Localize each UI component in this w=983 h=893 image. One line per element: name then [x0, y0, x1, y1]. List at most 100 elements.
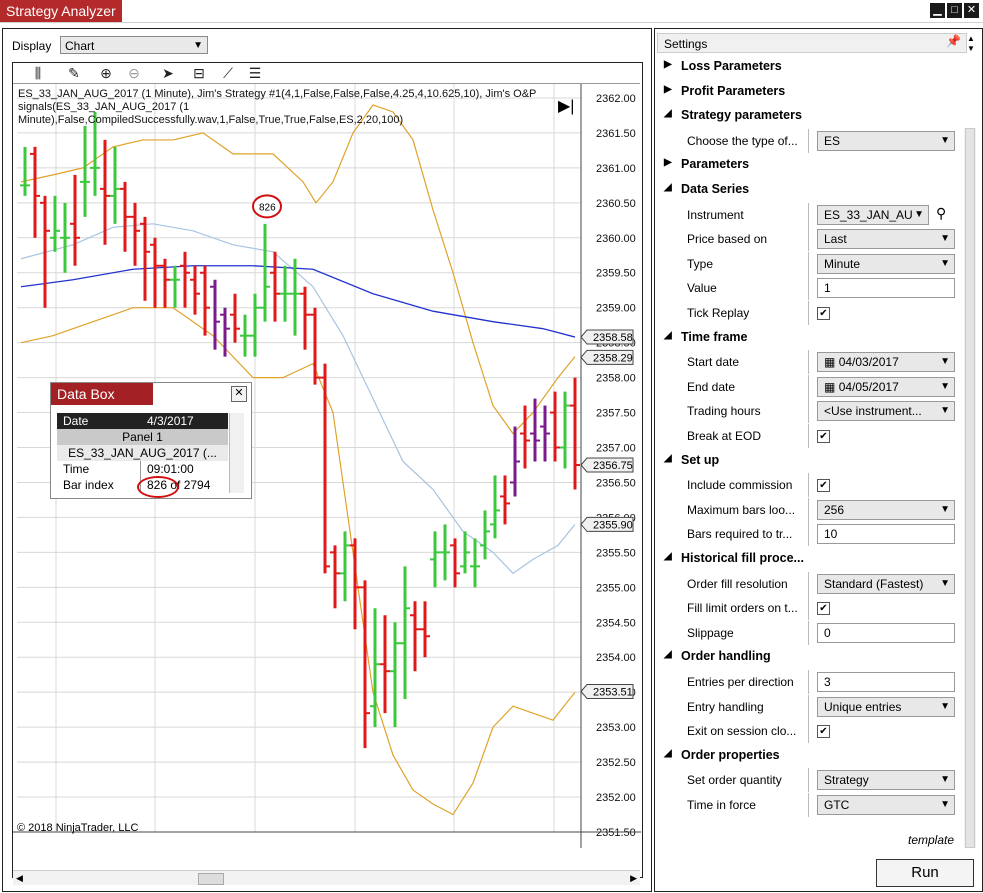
- property-input[interactable]: 1: [817, 278, 955, 299]
- y-tick-label: 2361.50: [596, 128, 636, 140]
- property-input[interactable]: 0: [817, 622, 955, 643]
- expand-down-icon[interactable]: ◢: [664, 108, 672, 119]
- run-button[interactable]: Run: [876, 859, 974, 887]
- expand-right-icon[interactable]: ▶: [664, 59, 672, 70]
- section-header[interactable]: ◢ Order properties: [660, 744, 960, 768]
- property-input[interactable]: 10: [817, 524, 955, 545]
- scroll-up-icon[interactable]: ▲: [967, 34, 975, 43]
- expand-right-icon[interactable]: ▶: [664, 84, 672, 95]
- section-header[interactable]: ◢ Data Series: [660, 178, 960, 202]
- property-dropdown[interactable]: ES ▼: [817, 130, 955, 151]
- y-tick-label: 2356.50: [596, 477, 636, 489]
- close-icon[interactable]: ✕: [964, 3, 979, 18]
- data-box-icon[interactable]: ⊟: [190, 64, 208, 82]
- property-checkbox[interactable]: ✔: [817, 430, 830, 443]
- expand-down-icon[interactable]: ◢: [664, 453, 672, 464]
- zoom-out-icon[interactable]: ⊖: [125, 64, 143, 82]
- property-row[interactable]: Maximum bars loo... 256 ▼: [660, 497, 960, 522]
- property-dropdown[interactable]: Strategy ▼: [817, 770, 955, 791]
- property-row[interactable]: Set order quantity Strategy ▼: [660, 768, 960, 793]
- display-label: Display: [12, 39, 52, 53]
- property-row[interactable]: Time in force GTC ▼: [660, 793, 960, 817]
- list-icon[interactable]: ☰: [246, 64, 264, 82]
- y-tick-label: 2354.00: [596, 652, 636, 664]
- property-row[interactable]: Order fill resolution Standard (Fastest) ▼: [660, 571, 960, 596]
- display-select[interactable]: Chart ▼: [60, 36, 208, 54]
- pencil-icon[interactable]: ✎: [65, 64, 83, 82]
- property-dropdown[interactable]: Unique entries ▼: [817, 696, 955, 717]
- pointer-icon[interactable]: ➤: [159, 64, 177, 82]
- data-box-scrollbar[interactable]: [229, 413, 244, 493]
- property-checkbox[interactable]: ✔: [817, 307, 830, 320]
- search-icon[interactable]: ⚲: [936, 205, 946, 222]
- property-row[interactable]: Entries per direction 3: [660, 670, 960, 694]
- property-row[interactable]: Value 1: [660, 276, 960, 301]
- settings-scrollbar[interactable]: [964, 128, 976, 848]
- scroll-left-icon[interactable]: ◀: [16, 871, 23, 885]
- section-header[interactable]: ▶ Loss Parameters: [660, 55, 960, 79]
- property-row[interactable]: Fill limit orders on t... ✔: [660, 596, 960, 621]
- y-tick-label: 2351.50: [596, 827, 636, 839]
- property-row[interactable]: Price based on Last ▼: [660, 227, 960, 252]
- property-label: Order fill resolution: [687, 576, 788, 591]
- minimize-icon[interactable]: ▁: [930, 3, 945, 18]
- section-header[interactable]: ◢ Time frame: [660, 326, 960, 350]
- property-row[interactable]: Tick Replay ✔: [660, 301, 960, 325]
- property-checkbox[interactable]: ✔: [817, 602, 830, 616]
- date-label: Date: [63, 414, 89, 428]
- template-link[interactable]: template: [908, 833, 954, 847]
- section-header[interactable]: ◢ Set up: [660, 449, 960, 473]
- property-dropdown[interactable]: Minute ▼: [817, 253, 955, 274]
- chevron-down-icon: ▼: [940, 233, 950, 245]
- property-row[interactable]: Choose the type of... ES ▼: [660, 128, 960, 153]
- property-row[interactable]: Slippage 0: [660, 620, 960, 645]
- property-dropdown[interactable]: Last ▼: [817, 229, 955, 250]
- property-row[interactable]: Type Minute ▼: [660, 251, 960, 276]
- expand-down-icon[interactable]: ◢: [664, 748, 672, 759]
- section-header[interactable]: ◢ Order handling: [660, 645, 960, 669]
- property-row[interactable]: Entry handling Unique entries ▼: [660, 694, 960, 719]
- property-dropdown[interactable]: 256 ▼: [817, 499, 955, 520]
- play-end-icon[interactable]: ▶|: [558, 96, 574, 116]
- section-header[interactable]: ◢ Strategy parameters: [660, 104, 960, 128]
- section-header[interactable]: ◢ Historical fill proce...: [660, 547, 960, 571]
- chevron-down-icon: ▼: [940, 700, 950, 712]
- pin-icon[interactable]: 📌: [946, 34, 961, 48]
- expand-right-icon[interactable]: ▶: [664, 157, 672, 168]
- maximize-icon[interactable]: □: [947, 3, 962, 18]
- scroll-right-icon[interactable]: ▶: [630, 871, 637, 885]
- close-icon[interactable]: ✕: [231, 386, 247, 402]
- property-row[interactable]: Include commission ✔: [660, 473, 960, 498]
- section-header[interactable]: ▶ Parameters: [660, 153, 960, 177]
- expand-down-icon[interactable]: ◢: [664, 551, 672, 562]
- property-row[interactable]: Trading hours <Use instrument... ▼: [660, 399, 960, 424]
- display-value: Chart: [65, 39, 95, 53]
- property-row[interactable]: Start date ▦ 04/03/2017 ▼: [660, 350, 960, 375]
- instrument-select[interactable]: ES_33_JAN_AU ▼: [817, 204, 929, 225]
- zoom-in-icon[interactable]: ⊕: [97, 64, 115, 82]
- expand-down-icon[interactable]: ◢: [664, 182, 672, 193]
- date-picker[interactable]: ▦ 04/05/2017 ▼: [817, 376, 955, 397]
- property-input[interactable]: 3: [817, 672, 955, 692]
- chart-hscrollbar[interactable]: ◀ ▶: [13, 870, 640, 885]
- date-picker[interactable]: ▦ 04/03/2017 ▼: [817, 352, 955, 373]
- property-dropdown[interactable]: <Use instrument... ▼: [817, 401, 955, 422]
- time-row: Time 09:01:00: [57, 461, 228, 477]
- property-dropdown[interactable]: GTC ▼: [817, 795, 955, 815]
- expand-down-icon[interactable]: ◢: [664, 330, 672, 341]
- expand-down-icon[interactable]: ◢: [664, 649, 672, 660]
- property-row[interactable]: Instrument ES_33_JAN_AU ▼ ⚲: [660, 202, 960, 227]
- chart-toolbar: ⫼ ✎ ⊕ ⊖ ➤ ⊟ ⟋ ☰: [13, 63, 640, 84]
- property-checkbox[interactable]: ✔: [817, 725, 830, 739]
- property-row[interactable]: Bars required to tr... 10: [660, 522, 960, 547]
- scroll-down-icon[interactable]: ▼: [967, 44, 975, 53]
- property-row[interactable]: Break at EOD ✔: [660, 424, 960, 448]
- property-checkbox[interactable]: ✔: [817, 479, 830, 493]
- property-dropdown[interactable]: Standard (Fastest) ▼: [817, 573, 955, 594]
- property-row[interactable]: End date ▦ 04/05/2017 ▼: [660, 374, 960, 399]
- bar-type-icon[interactable]: ⫼: [29, 64, 47, 82]
- section-header[interactable]: ▶ Profit Parameters: [660, 80, 960, 104]
- indicators-icon[interactable]: ⟋: [219, 64, 237, 82]
- property-row[interactable]: Exit on session clo... ✔: [660, 719, 960, 744]
- scroll-thumb[interactable]: [198, 873, 224, 885]
